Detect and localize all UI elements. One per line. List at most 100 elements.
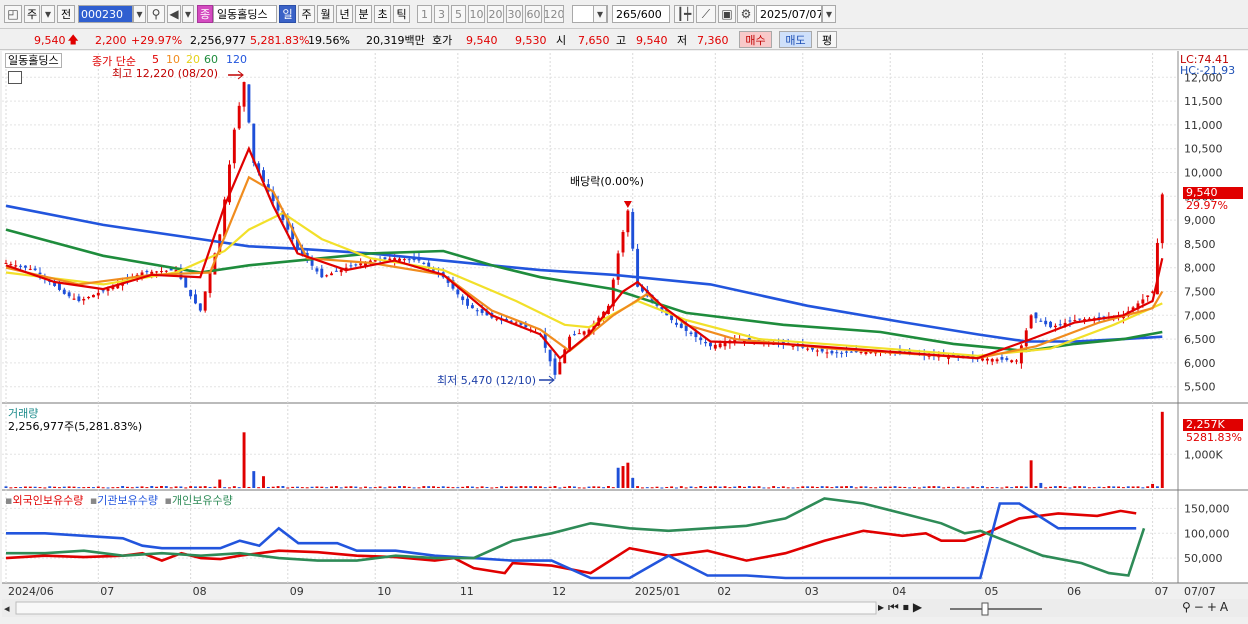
stock-code-input[interactable]: 000230 xyxy=(78,5,133,23)
tab-3[interactable]: 년 xyxy=(336,5,353,23)
candle-body xyxy=(91,294,95,298)
save-icon[interactable]: ▣ xyxy=(718,5,736,23)
tab-6[interactable]: 틱 xyxy=(393,5,410,23)
buy-button[interactable]: 매수 xyxy=(739,31,772,48)
candle-body xyxy=(475,310,479,312)
candle-body xyxy=(77,296,81,302)
prev-button[interactable]: 전 xyxy=(57,5,75,23)
volume-bar xyxy=(883,486,887,488)
x-tick-label: 11 xyxy=(460,585,474,598)
candle-body xyxy=(713,344,717,349)
search-icon[interactable]: ⚲ xyxy=(147,5,165,23)
interval-10[interactable]: 10 xyxy=(468,5,485,23)
eval-button[interactable]: 평 xyxy=(817,31,837,48)
candle-body xyxy=(674,322,678,325)
zoom-controls[interactable]: ⚲−+A xyxy=(1182,600,1231,614)
volume-bar xyxy=(966,487,970,489)
volume-bar xyxy=(485,486,489,488)
candle-body xyxy=(1073,320,1077,322)
speaker-dropdown-icon[interactable]: ▾ xyxy=(182,5,194,23)
candle-body xyxy=(38,272,42,275)
volume-bar xyxy=(917,487,921,489)
volume-bar xyxy=(145,487,149,489)
y-tick-price: 5,500 xyxy=(1184,381,1216,394)
x-tick-label: 09 xyxy=(290,585,304,598)
chevron-down-icon[interactable]: ▾ xyxy=(41,5,55,23)
volume-bar xyxy=(995,487,999,489)
volume-bar xyxy=(519,486,523,488)
y-tick-price: 10,500 xyxy=(1184,143,1223,156)
amount-value: 20,319백만 xyxy=(366,34,425,47)
draw-tool-icon[interactable]: ⟋ xyxy=(696,5,716,23)
tab-1[interactable]: 주 xyxy=(298,5,315,23)
volume-bar xyxy=(1034,486,1038,488)
stock-chart-svg[interactable]: 2024/06 07 08 09 10 11 12 2025/01 02 03 04 05 06 07 07… xyxy=(2,51,1248,621)
candle-body xyxy=(981,358,984,361)
volume-bar xyxy=(709,486,712,488)
candle-body xyxy=(194,294,197,304)
volume-bar xyxy=(1058,486,1062,488)
tab-5[interactable]: 초 xyxy=(374,5,391,23)
volume-bar xyxy=(417,487,421,489)
volume-bar xyxy=(213,486,217,488)
interval-20[interactable]: 20 xyxy=(487,5,504,23)
volume-bar xyxy=(432,486,435,488)
bid1-value: 9,540 xyxy=(466,33,498,47)
interval-5[interactable]: 5 xyxy=(451,5,466,23)
y-tick-price: 7,000 xyxy=(1184,309,1216,322)
period-selector[interactable]: 주 xyxy=(24,5,40,23)
interval-3[interactable]: 3 xyxy=(434,5,449,23)
interval-dropdown-icon[interactable]: ▾ xyxy=(593,5,607,23)
volume-bar xyxy=(53,486,57,488)
sell-button[interactable]: 매도 xyxy=(779,31,812,48)
volume-bar xyxy=(864,486,868,488)
chart-area[interactable]: 2024/06 07 08 09 10 11 12 2025/01 02 03 04 05 06 07 07… xyxy=(2,51,1248,621)
candle-body xyxy=(480,309,484,313)
playback-controls[interactable]: ▸⏮⏹▶ xyxy=(878,600,926,615)
interval-1[interactable]: 1 xyxy=(417,5,432,23)
volume-bar xyxy=(354,486,358,488)
volume-bar xyxy=(62,486,66,488)
date-input[interactable]: 2025/07/07 xyxy=(756,5,822,23)
volume-bar xyxy=(383,487,387,489)
candle-body xyxy=(568,336,572,349)
gear-icon[interactable]: ⚙ xyxy=(737,5,755,23)
interval-120[interactable]: 120 xyxy=(544,5,564,23)
code-dropdown-icon[interactable]: ▾ xyxy=(133,5,146,23)
stock-name-field[interactable]: 일동홀딩스 xyxy=(213,5,277,23)
chart-window-icon[interactable]: ◰ xyxy=(4,5,22,23)
volume-bar xyxy=(568,486,572,488)
volume-bar xyxy=(869,487,873,489)
volume-bar xyxy=(1083,486,1087,488)
candle-icon[interactable]: ┃┿ xyxy=(674,5,694,23)
volume-bar xyxy=(393,486,397,488)
volume-bar xyxy=(888,486,892,488)
interval-30[interactable]: 30 xyxy=(506,5,523,23)
candle-body xyxy=(1039,320,1043,322)
volume-bar xyxy=(121,486,125,488)
legend-foreign: 외국인보유수량 xyxy=(12,494,84,507)
speaker-icon[interactable]: ◀ xyxy=(167,5,181,23)
volume-bar xyxy=(1117,486,1121,488)
count-field[interactable]: 265/600 xyxy=(612,5,670,23)
candle-body xyxy=(398,258,401,261)
period-label: 주 xyxy=(26,8,38,21)
volume-bar xyxy=(660,487,664,489)
scroll-left-icon[interactable]: ◂ xyxy=(4,602,10,615)
calendar-dropdown-icon[interactable]: ▾ xyxy=(822,5,836,23)
volume-bar xyxy=(976,487,980,489)
turnover-value: 19.56% xyxy=(308,33,350,47)
tab-4[interactable]: 분 xyxy=(355,5,372,23)
volume-bar xyxy=(597,486,601,488)
volume-bar xyxy=(956,486,960,488)
tab-2[interactable]: 월 xyxy=(317,5,334,23)
volume-bar xyxy=(349,486,353,488)
candle-body xyxy=(315,268,319,272)
volume-bar xyxy=(791,487,795,489)
candle-body xyxy=(247,84,251,123)
table-icon[interactable] xyxy=(8,71,22,84)
volume-bar xyxy=(490,487,494,489)
tab-0[interactable]: 일 xyxy=(279,5,296,23)
interval-60[interactable]: 60 xyxy=(525,5,542,23)
y-tick-price: 7,500 xyxy=(1184,286,1216,299)
